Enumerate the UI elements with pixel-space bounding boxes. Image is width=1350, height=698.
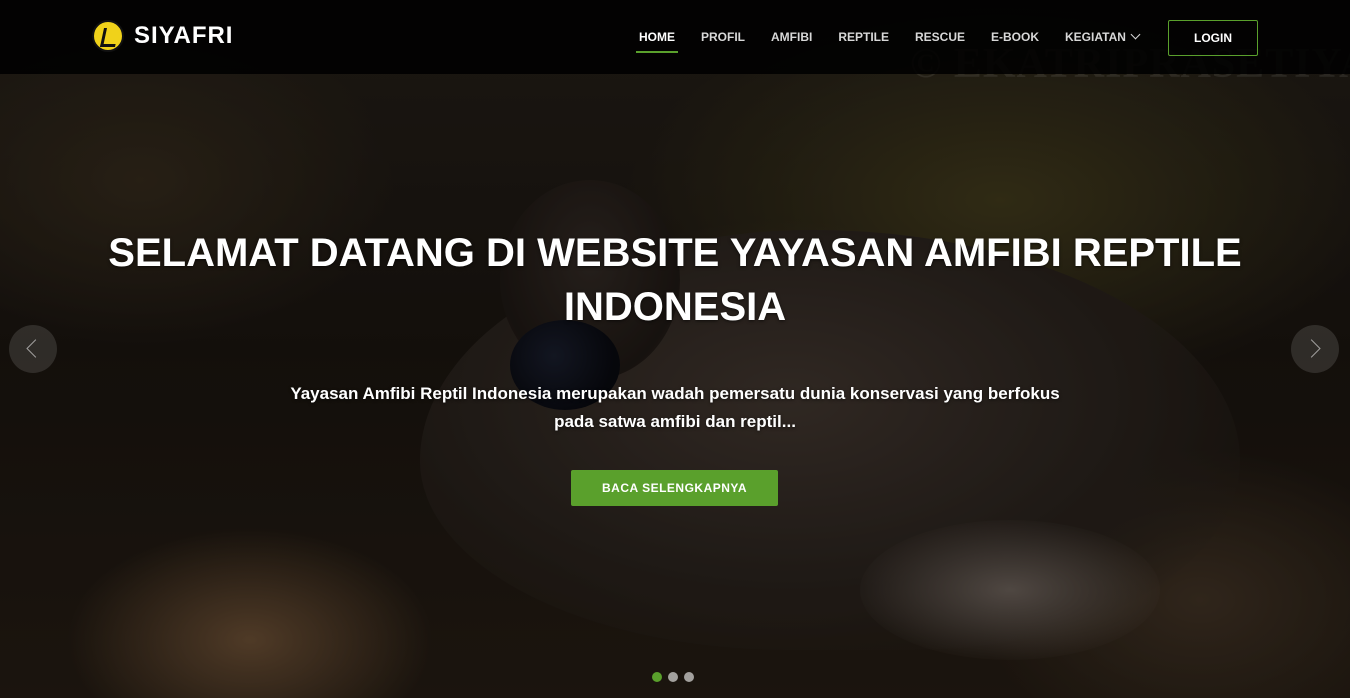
- brand-name: SIYAFRI: [134, 22, 234, 49]
- main-nav: HOME PROFIL AMFIBI REPTILE RESCUE E-BOOK…: [626, 0, 1152, 74]
- carousel-prev-button[interactable]: [9, 325, 57, 373]
- carousel-dot-1[interactable]: [652, 672, 662, 682]
- nav-item-home[interactable]: HOME: [626, 0, 688, 74]
- chevron-right-icon: [1302, 339, 1321, 358]
- carousel-next-button[interactable]: [1291, 325, 1339, 373]
- nav-item-profil[interactable]: PROFIL: [688, 0, 758, 74]
- hero-slider: © EKATRIPRASETIYA SELAMAT DATANG DI WEBS…: [0, 0, 1350, 698]
- chevron-down-icon: [1130, 29, 1141, 40]
- hero-subtitle: Yayasan Amfibi Reptil Indonesia merupaka…: [290, 384, 1060, 431]
- brand-link[interactable]: SIYAFRI: [92, 20, 233, 52]
- nav-item-rescue[interactable]: RESCUE: [902, 0, 978, 74]
- hero-overlay: [0, 0, 1350, 698]
- nav-item-kegiatan[interactable]: KEGIATAN: [1052, 0, 1152, 74]
- nav-item-reptile[interactable]: REPTILE: [825, 0, 902, 74]
- carousel-dot-3[interactable]: [684, 672, 694, 682]
- nav-item-kegiatan-label: KEGIATAN: [1065, 30, 1126, 44]
- hero-title: SELAMAT DATANG DI WEBSITE YAYASAN AMFIBI…: [108, 231, 1242, 329]
- nav-item-amfibi[interactable]: AMFIBI: [758, 0, 825, 74]
- nav-item-ebook[interactable]: E-BOOK: [978, 0, 1052, 74]
- chevron-left-icon: [26, 339, 45, 358]
- login-button[interactable]: LOGIN: [1168, 20, 1258, 56]
- carousel-dot-2[interactable]: [668, 672, 678, 682]
- read-more-button[interactable]: BACA SELENGKAPNYA: [571, 470, 778, 506]
- carousel-indicators: [652, 672, 700, 682]
- siyafri-logo-icon: [92, 20, 124, 52]
- site-header: SIYAFRI HOME PROFIL AMFIBI REPTILE RESCU…: [0, 0, 1350, 74]
